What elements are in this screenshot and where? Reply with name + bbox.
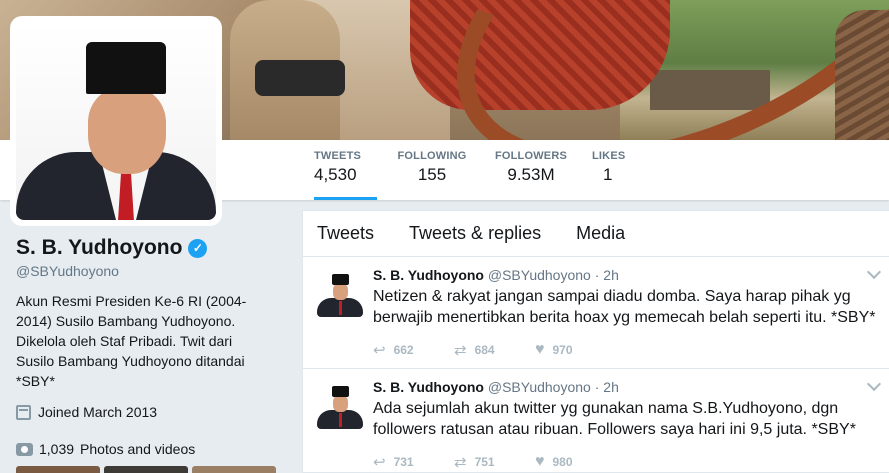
heart-icon: ♥ — [535, 341, 545, 358]
joined-date: Joined March 2013 — [38, 404, 158, 420]
tweet-text: Ada sejumlah akun twitter yg gunakan nam… — [373, 400, 856, 438]
stat-label: FOLLOWING — [397, 150, 467, 162]
retweet-icon: ⇄ — [454, 454, 467, 471]
stat-value: 1 — [603, 165, 613, 184]
tweet-author-handle[interactable]: @SBYudhoyono — [488, 379, 591, 395]
retweet-button[interactable]: ⇄ 684 — [454, 341, 535, 359]
profile-handle[interactable]: @SBYudhoyono — [16, 263, 286, 279]
like-count: 970 — [552, 343, 573, 357]
like-button[interactable]: ♥ 980 — [535, 453, 616, 471]
stat-label: TWEETS — [314, 150, 362, 162]
tweet[interactable]: S. B. Yudhoyono @SBYudhoyono · 2h Netize… — [303, 257, 889, 369]
stat-value: 4,530 — [314, 165, 357, 184]
tweet-text: Netizen & rakyat jangan sampai diadu dom… — [373, 288, 876, 326]
tab-media[interactable]: Media — [576, 223, 625, 244]
heart-icon: ♥ — [535, 453, 545, 470]
reply-count: 731 — [393, 455, 414, 469]
calendar-icon — [16, 404, 31, 420]
reply-button[interactable]: ↩ 662 — [373, 341, 454, 359]
photo-thumbnails — [16, 466, 276, 473]
tweet-actions: ↩ 731 ⇄ 751 ♥ 980 — [373, 453, 616, 471]
retweet-icon: ⇄ — [454, 342, 467, 359]
reply-button[interactable]: ↩ 731 — [373, 453, 454, 471]
photo-thumbnail[interactable] — [104, 466, 188, 473]
tab-tweets-replies[interactable]: Tweets & replies — [409, 223, 541, 244]
profile-avatar[interactable] — [10, 16, 222, 226]
stat-label: LIKES — [592, 150, 626, 162]
reply-count: 662 — [393, 343, 414, 357]
profile-name[interactable]: S. B. Yudhoyono — [16, 236, 182, 260]
profile-card: S. B. Yudhoyono ✓ @SBYudhoyono Akun Resm… — [16, 236, 286, 420]
separator: · — [594, 379, 600, 395]
stat-label: FOLLOWERS — [494, 150, 568, 162]
camera-icon — [16, 442, 33, 456]
photos-count: 1,039 — [39, 441, 75, 457]
tweet-author-handle[interactable]: @SBYudhoyono — [488, 267, 591, 283]
profile-bio: Akun Resmi Presiden Ke-6 RI (2004-2014) … — [16, 293, 247, 389]
tweet-time[interactable]: 2h — [603, 379, 619, 395]
tab-tweets[interactable]: Tweets — [317, 223, 374, 244]
photos-and-videos-link[interactable]: 1,039 Photos and videos — [16, 441, 195, 457]
stat-value: 155 — [417, 165, 447, 184]
profile-joined: Joined March 2013 — [16, 404, 286, 420]
photos-label: Photos and videos — [80, 441, 196, 457]
stat-following[interactable]: FOLLOWING 155 — [392, 150, 472, 200]
stat-tweets[interactable]: TWEETS 4,530 — [314, 150, 377, 200]
tweet[interactable]: S. B. Yudhoyono @SBYudhoyono · 2h Ada se… — [303, 369, 889, 473]
like-count: 980 — [552, 455, 573, 469]
photo-thumbnail[interactable] — [16, 466, 100, 473]
tweet-author-name[interactable]: S. B. Yudhoyono — [373, 379, 484, 395]
tweet-header: S. B. Yudhoyono @SBYudhoyono · 2h — [373, 267, 619, 283]
retweet-button[interactable]: ⇄ 751 — [454, 453, 535, 471]
stat-likes[interactable]: LIKES 1 — [592, 150, 632, 200]
chevron-down-icon[interactable] — [866, 264, 882, 280]
verified-check-icon: ✓ — [188, 238, 208, 258]
tweet-avatar[interactable] — [317, 271, 363, 317]
tweet-actions: ↩ 662 ⇄ 684 ♥ 970 — [373, 341, 616, 359]
retweet-count: 684 — [474, 343, 495, 357]
separator: · — [594, 267, 600, 283]
photo-thumbnail[interactable] — [192, 466, 276, 473]
stat-followers[interactable]: FOLLOWERS 9.53M — [491, 150, 571, 200]
retweet-count: 751 — [474, 455, 495, 469]
tweet-author-name[interactable]: S. B. Yudhoyono — [373, 267, 484, 283]
tweet-avatar[interactable] — [317, 383, 363, 429]
reply-icon: ↩ — [373, 454, 386, 471]
reply-icon: ↩ — [373, 342, 386, 359]
stat-value: 9.53M — [507, 165, 555, 184]
timeline: Tweets Tweets & replies Media S. B. Yudh… — [302, 210, 889, 473]
timeline-tabs: Tweets Tweets & replies Media — [303, 211, 889, 257]
chevron-down-icon[interactable] — [866, 376, 882, 392]
tweet-header: S. B. Yudhoyono @SBYudhoyono · 2h — [373, 379, 619, 395]
like-button[interactable]: ♥ 970 — [535, 341, 616, 359]
tweet-time[interactable]: 2h — [603, 267, 619, 283]
